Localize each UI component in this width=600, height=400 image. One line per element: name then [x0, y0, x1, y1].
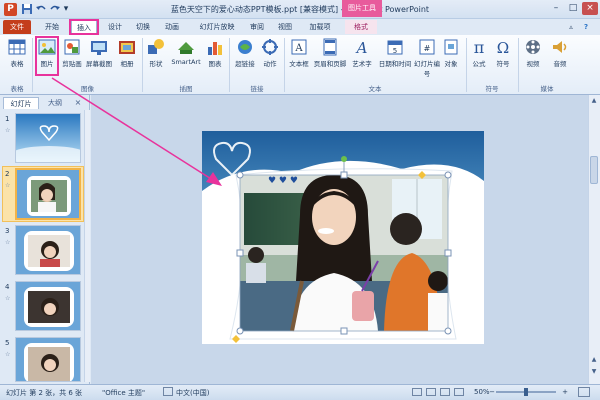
slide-sorter-view-icon[interactable]	[426, 388, 436, 396]
zoom-level[interactable]: 50%	[474, 388, 490, 396]
theme-status: "Office 主题"	[102, 389, 146, 397]
spelling-check-icon[interactable]	[163, 387, 173, 396]
zoom-out-icon[interactable]: −	[489, 388, 495, 396]
normal-view-icon[interactable]	[412, 388, 422, 396]
reading-view-icon[interactable]	[440, 388, 450, 396]
zoom-slider-knob[interactable]	[524, 388, 528, 396]
annotation-arrow	[51, 77, 222, 186]
slide-count-status: 幻灯片 第 2 张，共 6 张	[6, 389, 83, 397]
fit-to-window-icon[interactable]	[578, 387, 590, 397]
slideshow-view-icon[interactable]	[454, 388, 464, 396]
zoom-in-icon[interactable]: +	[561, 388, 569, 396]
language-status[interactable]: 中文(中国)	[176, 388, 209, 398]
